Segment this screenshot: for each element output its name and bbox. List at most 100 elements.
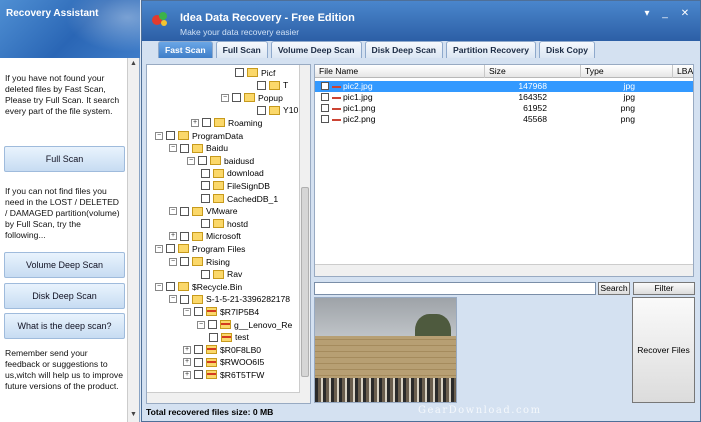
assistant-scrollbar[interactable]: ▲ ▼ (127, 58, 139, 422)
collapse-icon[interactable]: − (169, 144, 177, 153)
expand-icon[interactable]: + (169, 232, 177, 241)
tab-disk-copy[interactable]: Disk Copy (538, 41, 596, 58)
collapse-icon[interactable]: − (155, 282, 163, 291)
tab-volume-deep-scan[interactable]: Volume Deep Scan (270, 41, 362, 58)
tree-node[interactable]: − ProgramData (155, 129, 243, 142)
expand-icon[interactable]: + (183, 370, 191, 379)
filter-button[interactable]: Filter (633, 282, 695, 295)
tab-full-scan[interactable]: Full Scan (215, 41, 268, 58)
collapse-icon[interactable]: − (169, 295, 177, 304)
tree-node[interactable]: − Popup (221, 91, 283, 104)
tree-node[interactable]: + $R0F8LB0 (183, 343, 261, 356)
search-input[interactable] (314, 282, 596, 295)
table-row[interactable]: pic1.png 61952 png (315, 103, 693, 114)
tree-node[interactable]: − Program Files (155, 242, 245, 255)
tree-node[interactable]: + Microsoft (169, 230, 241, 243)
table-row[interactable]: pic2.png 45568 png (315, 114, 693, 125)
tree-node-checkbox[interactable] (257, 105, 266, 115)
tree-node-checkbox[interactable] (180, 231, 189, 241)
tree-node[interactable]: − $Recycle.Bin (155, 280, 242, 293)
collapse-icon[interactable]: − (187, 156, 195, 165)
tree-node-checkbox[interactable] (194, 307, 203, 317)
tree-node[interactable]: − g__Lenovo_Re (197, 318, 292, 331)
tree-node[interactable]: Picf (235, 66, 275, 79)
tree-node[interactable]: − $R7IP5B4 (183, 305, 259, 318)
tab-fast-scan[interactable]: Fast Scan (158, 41, 213, 58)
tree-node[interactable]: test (209, 331, 249, 344)
collapse-icon[interactable]: − (155, 244, 163, 253)
tree-node-checkbox[interactable] (209, 332, 218, 342)
tree-node[interactable]: hostd (201, 217, 248, 230)
recover-files-button[interactable]: Recover Files (632, 297, 695, 403)
tree-node-checkbox[interactable] (201, 219, 210, 229)
full-scan-button[interactable]: Full Scan (4, 146, 125, 172)
tree-node-checkbox[interactable] (194, 357, 203, 367)
search-button[interactable]: Search (598, 282, 630, 295)
tree-node[interactable]: Rav (201, 268, 242, 281)
tree-node-checkbox[interactable] (201, 269, 210, 279)
column-size[interactable]: Size (485, 65, 581, 78)
tree-node[interactable]: T (257, 79, 288, 92)
close-icon[interactable]: ✕ (676, 7, 694, 20)
collapse-icon[interactable]: − (155, 131, 163, 140)
tree-node[interactable]: + $RWOO6I5 (183, 356, 264, 369)
tree-node-checkbox[interactable] (166, 282, 175, 292)
tree-node-checkbox[interactable] (201, 194, 210, 203)
collapse-icon[interactable]: − (169, 257, 177, 266)
tree-node-checkbox[interactable] (166, 131, 175, 140)
tree-vertical-scrollbar[interactable] (299, 65, 310, 403)
collapse-icon[interactable]: − (197, 320, 205, 329)
tree-node-checkbox[interactable] (198, 156, 207, 166)
tree-node[interactable]: + $R6T5TFW (183, 368, 264, 381)
file-checkbox[interactable] (321, 93, 329, 101)
tree-node-checkbox[interactable] (201, 181, 210, 191)
tree-node-checkbox[interactable] (232, 93, 241, 103)
minimize-icon[interactable]: _ (656, 7, 674, 20)
tree-node[interactable]: − S-1-5-21-3396282178 (169, 293, 290, 306)
disk-deep-scan-button[interactable]: Disk Deep Scan (4, 283, 125, 309)
tree-node-checkbox[interactable] (194, 370, 203, 380)
file-list-horizontal-scrollbar[interactable] (315, 264, 693, 276)
tree-node-checkbox[interactable] (180, 143, 189, 153)
tree-node-checkbox[interactable] (257, 80, 266, 90)
tree-node-checkbox[interactable] (166, 244, 175, 254)
column-lba[interactable]: LBA (673, 65, 693, 78)
file-checkbox[interactable] (321, 82, 329, 90)
tree-node-checkbox[interactable] (180, 294, 189, 304)
tree-node[interactable]: − Rising (169, 255, 230, 268)
tree-node[interactable]: − Baidu (169, 142, 228, 155)
column-type[interactable]: Type (581, 65, 673, 78)
file-list[interactable]: File Name Size Type LBA pic2.jpg 147968 jp… (314, 64, 694, 277)
scroll-down-icon[interactable]: ▼ (130, 411, 137, 418)
expand-icon[interactable]: + (191, 118, 199, 127)
tree-horizontal-scrollbar[interactable] (147, 392, 300, 403)
tree-node-checkbox[interactable] (194, 345, 203, 355)
tree-node[interactable]: + Roaming (191, 116, 262, 129)
tree-node-checkbox[interactable] (208, 320, 217, 329)
collapse-icon[interactable]: − (183, 307, 191, 316)
tree-node[interactable]: − VMware (169, 205, 238, 218)
tree-node[interactable]: CachedDB_1 (201, 192, 278, 205)
tree-node-checkbox[interactable] (180, 206, 189, 216)
tree-node-checkbox[interactable] (235, 68, 244, 77)
tree-scroll-thumb[interactable] (301, 187, 309, 377)
table-row[interactable]: pic1.jpg 164352 jpg (315, 92, 693, 103)
file-checkbox[interactable] (321, 104, 329, 112)
folder-tree[interactable]: Picf T − Popup Y10 + Roaming − ProgramData − Baidu… (146, 64, 311, 404)
what-is-deep-scan-button[interactable]: What is the deep scan? (4, 313, 125, 339)
file-checkbox[interactable] (321, 115, 329, 123)
tree-node-checkbox[interactable] (201, 168, 210, 178)
tree-node[interactable]: − baidusd (187, 154, 254, 167)
expand-icon[interactable]: + (183, 345, 191, 354)
menu-icon[interactable]: ▾ (638, 7, 656, 20)
tree-node[interactable]: Y10 (257, 104, 298, 117)
table-row[interactable]: pic2.jpg 147968 jpg (315, 81, 693, 92)
tree-node-checkbox[interactable] (180, 257, 189, 266)
collapse-icon[interactable]: − (169, 207, 177, 216)
tree-node[interactable]: FileSignDB (201, 179, 270, 192)
tab-partition-recovery[interactable]: Partition Recovery (446, 41, 536, 58)
tree-node[interactable]: download (201, 167, 264, 180)
expand-icon[interactable]: + (183, 358, 191, 367)
collapse-icon[interactable]: − (221, 93, 229, 102)
scroll-up-icon[interactable]: ▲ (130, 60, 137, 67)
